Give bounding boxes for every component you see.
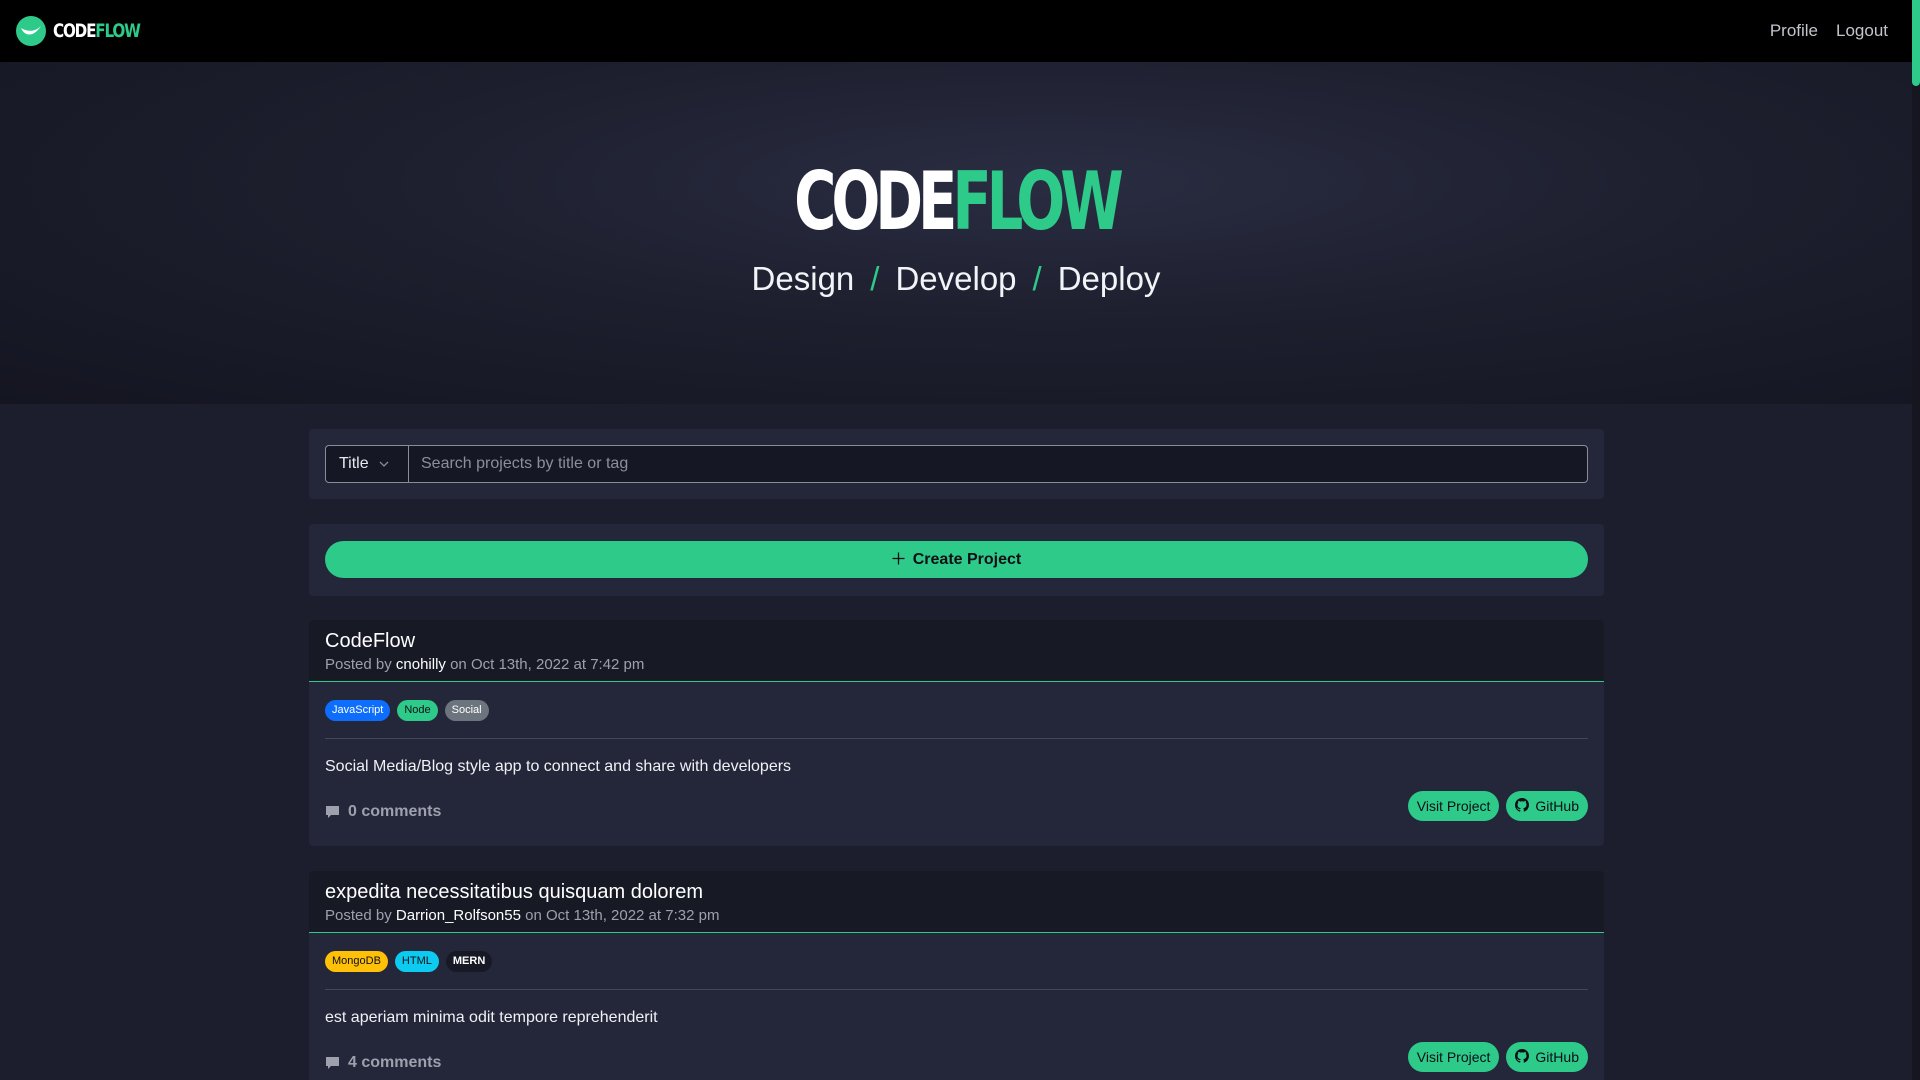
project-meta: Posted by Darrion_Rolfson55 on Oct 13th,… — [325, 907, 1588, 924]
project-actions: Visit Project GitHub — [1407, 1042, 1588, 1072]
create-project-button[interactable]: Create Project — [325, 541, 1588, 578]
project-card-footer: 0 comments Visit Project GitHub — [325, 791, 1588, 821]
project-card-body: JavaScript Node Social Social Media/Blog… — [309, 682, 1604, 821]
hero-title: CODEFLOW — [794, 162, 1124, 242]
search-panel: Title — [309, 429, 1604, 499]
comments-link[interactable]: 4 comments — [325, 1054, 441, 1072]
project-card: expedita necessitatibus quisquam dolorem… — [309, 871, 1604, 1080]
project-tags: JavaScript Node Social — [325, 700, 1588, 739]
posted-by-label: Posted by — [325, 907, 392, 924]
tag-badge[interactable]: Node — [397, 700, 438, 721]
navbar: CODEFLOW Profile Logout — [0, 0, 1920, 62]
github-icon — [1515, 1048, 1530, 1066]
tagline-develop: Develop — [895, 260, 1017, 297]
github-label: GitHub — [1535, 1049, 1579, 1065]
nav-links: Profile Logout — [1770, 21, 1888, 41]
posted-by-label: Posted by — [325, 656, 392, 673]
tagline-design: Design — [751, 260, 855, 297]
comments-link[interactable]: 0 comments — [325, 803, 441, 821]
project-title[interactable]: CodeFlow — [325, 629, 1588, 653]
create-project-label: Create Project — [912, 550, 1022, 568]
project-card-footer: 4 comments Visit Project GitHub — [325, 1042, 1588, 1072]
hero-title-flow: FLOW — [951, 155, 1123, 248]
brand-link[interactable]: CODEFLOW — [16, 16, 161, 46]
tag-badge[interactable]: MongoDB — [325, 951, 388, 972]
project-card-body: MongoDB HTML MERN est aperiam minima odi… — [309, 933, 1604, 1072]
github-icon — [1515, 797, 1530, 815]
tag-badge[interactable]: Social — [444, 700, 489, 721]
hero-banner: CODEFLOW Design / Develop / Deploy — [0, 62, 1912, 404]
project-description: est aperiam minima odit tempore reprehen… — [325, 1009, 658, 1026]
tagline-deploy: Deploy — [1057, 260, 1161, 297]
tagline-separator: / — [1032, 260, 1042, 297]
search-select-value: Title — [339, 455, 369, 472]
nav-logout-link[interactable]: Logout — [1836, 21, 1888, 41]
scrollbar-track[interactable] — [1912, 0, 1920, 1080]
project-tags: MongoDB HTML MERN — [325, 951, 1588, 990]
brand-flow-text: FLOW — [95, 20, 141, 42]
visit-project-button[interactable]: Visit Project — [1407, 791, 1500, 821]
project-author[interactable]: Darrion_Rolfson55 — [396, 907, 521, 924]
tag-badge[interactable]: JavaScript — [325, 700, 391, 721]
project-card-header: expedita necessitatibus quisquam dolorem… — [309, 871, 1604, 933]
brand-code-text: CODE — [53, 20, 96, 42]
scrollbar-thumb[interactable] — [1912, 0, 1920, 86]
github-button[interactable]: GitHub — [1506, 791, 1588, 821]
tagline-separator: / — [870, 260, 880, 297]
search-input[interactable] — [408, 445, 1588, 483]
tag-badge[interactable]: HTML — [394, 951, 439, 972]
plus-icon — [892, 550, 905, 569]
project-author[interactable]: cnohilly — [396, 656, 446, 673]
project-description: Social Media/Blog style app to connect a… — [325, 758, 792, 775]
chevron-down-icon — [379, 458, 389, 470]
project-date: on Oct 13th, 2022 at 7:42 pm — [450, 656, 645, 673]
project-actions: Visit Project GitHub — [1407, 791, 1588, 821]
project-title[interactable]: expedita necessitatibus quisquam dolorem — [325, 880, 1588, 904]
comment-icon — [325, 805, 340, 820]
visit-project-button[interactable]: Visit Project — [1407, 1042, 1500, 1072]
project-meta: Posted by cnohilly on Oct 13th, 2022 at … — [325, 656, 1588, 673]
comments-count: 0 comments — [348, 803, 442, 820]
tag-badge[interactable]: MERN — [445, 951, 493, 972]
hero-tagline: Design / Develop / Deploy — [752, 260, 1161, 298]
brand-name: CODEFLOW — [53, 20, 141, 42]
comments-count: 4 comments — [348, 1054, 442, 1071]
github-button[interactable]: GitHub — [1506, 1042, 1588, 1072]
create-panel: Create Project — [309, 524, 1604, 596]
hero-title-code: CODE — [793, 155, 957, 248]
project-card: CodeFlow Posted by cnohilly on Oct 13th,… — [309, 620, 1604, 846]
comment-icon — [325, 1056, 340, 1071]
search-field-select[interactable]: Title — [325, 445, 408, 483]
nav-profile-link[interactable]: Profile — [1770, 21, 1818, 41]
project-date: on Oct 13th, 2022 at 7:32 pm — [525, 907, 720, 924]
search-group: Title — [325, 445, 1588, 483]
project-card-header: CodeFlow Posted by cnohilly on Oct 13th,… — [309, 620, 1604, 682]
github-label: GitHub — [1535, 798, 1579, 814]
wave-logo-icon — [16, 16, 46, 46]
